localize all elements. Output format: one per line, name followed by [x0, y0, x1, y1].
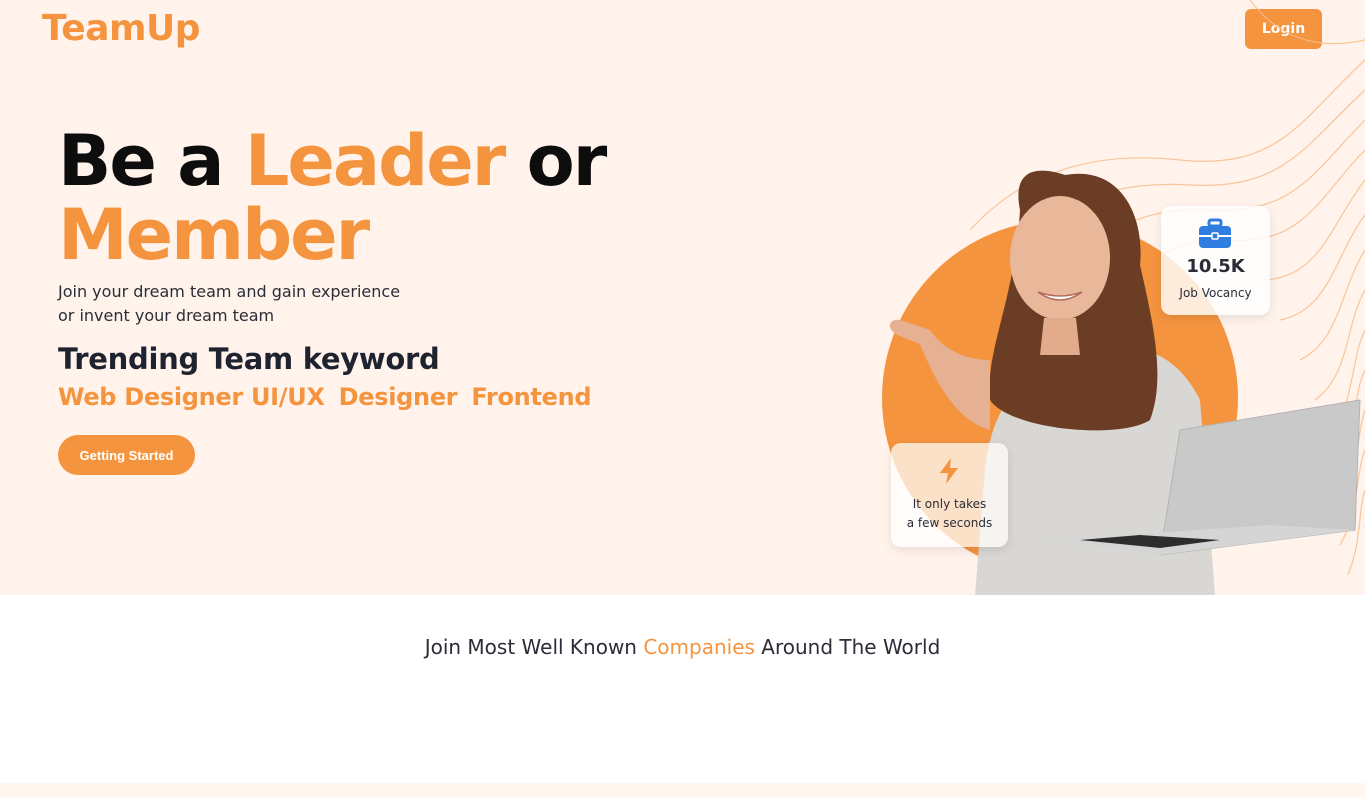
- headline-part-3: or: [526, 120, 608, 202]
- hero-headline: Be a Leader or Member: [58, 124, 758, 272]
- speed-card: It only takes a few seconds: [891, 443, 1008, 547]
- trending-keywords: Web Designer UI/UX Designer Frontend: [58, 383, 592, 411]
- keyword-link[interactable]: Frontend: [471, 383, 591, 411]
- hero-subtitle-line-2: or invent your dream team: [58, 306, 275, 325]
- job-vacancy-value: 10.5K: [1186, 256, 1245, 277]
- companies-text-before: Join Most Well Known: [424, 635, 637, 659]
- hero-illustration: [882, 0, 1365, 595]
- companies-heading: Join Most Well Known Companies Around Th…: [0, 635, 1365, 659]
- brand-logo[interactable]: TeamUp: [42, 8, 201, 49]
- companies-highlight: Companies: [643, 635, 755, 659]
- headline-accent-member: Member: [58, 194, 370, 276]
- trending-title: Trending Team keyword: [58, 342, 440, 376]
- companies-text-after: Around The World: [761, 635, 941, 659]
- speed-line-2: a few seconds: [906, 516, 993, 530]
- hero-subtitle-line-1: Join your dream team and gain experience: [58, 282, 401, 301]
- briefcase-icon: [1199, 218, 1231, 248]
- lightning-icon: [940, 458, 958, 484]
- job-vacancy-card: 10.5K Job Vocancy: [1161, 206, 1270, 315]
- hero-subtitle: Join your dream team and gain experience…: [58, 280, 400, 328]
- job-vacancy-label: Job Vocancy: [1179, 286, 1252, 300]
- headline-accent-leader: Leader: [244, 120, 506, 202]
- speed-line-1: It only takes: [912, 497, 987, 511]
- headline-part-1: Be a: [58, 120, 224, 202]
- section-divider: [0, 783, 1365, 797]
- speed-text: It only takes a few seconds: [891, 495, 1008, 533]
- hero-section: TeamUp Login Be a Leader or Member Join …: [0, 0, 1365, 595]
- getting-started-button[interactable]: Getting Started: [58, 435, 195, 475]
- keyword-link[interactable]: Designer: [339, 383, 458, 411]
- keyword-link[interactable]: Web Designer UI/UX: [58, 383, 325, 411]
